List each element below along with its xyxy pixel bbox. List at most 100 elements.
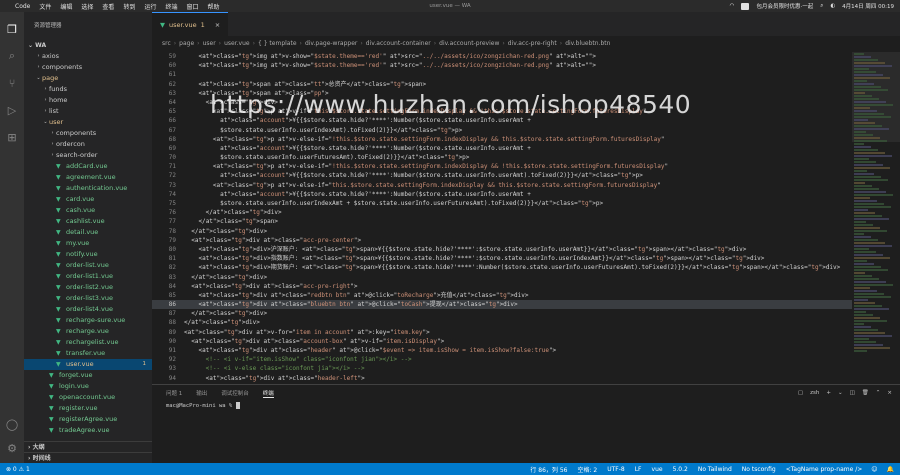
- minimap-line: [854, 98, 879, 100]
- chevron-down-icon[interactable]: ⌄: [838, 390, 843, 396]
- breadcrumb-item[interactable]: { } template: [258, 40, 297, 47]
- folder-item[interactable]: ›▼home: [24, 95, 152, 106]
- file-item[interactable]: ▼ order-list1.vue: [24, 271, 152, 282]
- status-item[interactable]: vue: [652, 466, 663, 473]
- status-item[interactable]: 行 86，列 56: [530, 465, 567, 474]
- menu-item-selection[interactable]: 选择: [81, 2, 93, 11]
- search-icon[interactable]: ⌕: [5, 49, 19, 63]
- breadcrumb-item[interactable]: page: [179, 40, 194, 47]
- file-item[interactable]: ▼ cashlist.vue: [24, 216, 152, 227]
- breadcrumb-item[interactable]: user.vue: [224, 40, 250, 47]
- bell-icon[interactable]: 🔔: [887, 466, 894, 473]
- close-icon[interactable]: ×: [215, 13, 220, 37]
- file-item[interactable]: ▼ recharge-sure.vue: [24, 315, 152, 326]
- timeline-section[interactable]: › 时间线: [24, 452, 152, 463]
- folder-item[interactable]: ⌄▼user: [24, 117, 152, 128]
- menu-item-code[interactable]: Code: [15, 3, 30, 10]
- folder-item[interactable]: ›▼funds: [24, 84, 152, 95]
- status-item[interactable]: 5.0.2: [673, 466, 688, 473]
- file-item[interactable]: ▼ transfer.vue: [24, 348, 152, 359]
- run-debug-icon[interactable]: ▷: [5, 103, 19, 117]
- menu-item-run[interactable]: 运行: [144, 2, 156, 11]
- folder-item[interactable]: ⌄▼page: [24, 73, 152, 84]
- breadcrumb-item[interactable]: div.page-wrapper: [305, 40, 357, 47]
- breadcrumb-item[interactable]: div.bluebtn.btn: [565, 40, 610, 47]
- folder-item[interactable]: ›▼components: [24, 62, 152, 73]
- file-item[interactable]: ▼ authentication.vue: [24, 183, 152, 194]
- file-item[interactable]: ▼ registerAgree.vue: [24, 414, 152, 425]
- file-item[interactable]: ▼ register.vue: [24, 403, 152, 414]
- status-item[interactable]: <TagName prop-name />: [786, 466, 863, 473]
- breadcrumb-item[interactable]: src: [162, 40, 171, 47]
- folder-item[interactable]: ›▼search-order: [24, 150, 152, 161]
- feedback-icon[interactable]: ☺: [871, 466, 877, 473]
- tab-debug-console[interactable]: 调试控制台: [221, 389, 249, 397]
- minimap[interactable]: [852, 52, 900, 384]
- status-item[interactable]: No tsconfig: [742, 466, 776, 473]
- menu-item-help[interactable]: 帮助: [208, 2, 220, 11]
- breadcrumb-item[interactable]: div.account-preview: [439, 40, 499, 47]
- control-center-icon[interactable]: ◐: [830, 3, 835, 9]
- breadcrumb-item[interactable]: div.account-container: [366, 40, 431, 47]
- menu-item-go[interactable]: 转到: [123, 2, 135, 11]
- file-item[interactable]: ▼ cash.vue: [24, 205, 152, 216]
- file-item[interactable]: ▼ openaccount.vue: [24, 392, 152, 403]
- tab-terminal[interactable]: 终端: [262, 389, 274, 398]
- file-item[interactable]: ▼ my.vue: [24, 238, 152, 249]
- menu-item-window[interactable]: 窗口: [186, 2, 198, 11]
- code-editor[interactable]: 59 <at">class="tg">img at">v-show="$stat…: [152, 52, 852, 384]
- trash-icon[interactable]: 🗑: [862, 390, 869, 396]
- file-item[interactable]: ▼ order-list3.vue: [24, 293, 152, 304]
- file-item[interactable]: ▼ notify.vue: [24, 249, 152, 260]
- account-icon[interactable]: ◯: [5, 417, 19, 431]
- menu-item-terminal[interactable]: 终端: [165, 2, 177, 11]
- file-item[interactable]: ▼ rechargelist.vue: [24, 337, 152, 348]
- folder-item[interactable]: ›▼ordercon: [24, 139, 152, 150]
- folder-item[interactable]: ›▼components: [24, 128, 152, 139]
- menu-item-view[interactable]: 查看: [102, 2, 114, 11]
- file-item[interactable]: ▼ recharge.vue: [24, 326, 152, 337]
- shell-label[interactable]: zsh: [810, 390, 819, 396]
- tab-output[interactable]: 输出: [196, 389, 207, 397]
- explorer-icon[interactable]: ❐: [5, 22, 19, 36]
- folder-item[interactable]: ›▼axios: [24, 51, 152, 62]
- terminal[interactable]: mac@MacPro-mini wa %: [152, 401, 900, 411]
- file-item[interactable]: ▼ forget.vue: [24, 370, 152, 381]
- file-item[interactable]: ▼ order-list.vue: [24, 260, 152, 271]
- file-item[interactable]: ▼ agreement.vue: [24, 172, 152, 183]
- source-control-icon[interactable]: ⑂: [5, 76, 19, 90]
- breadcrumb-item[interactable]: div.acc-pre-right: [508, 40, 557, 47]
- file-item[interactable]: ▼ login.vue: [24, 381, 152, 392]
- file-item[interactable]: ▼ card.vue: [24, 194, 152, 205]
- wifi-icon[interactable]: ◠: [730, 3, 735, 9]
- status-item[interactable]: 空格: 2: [577, 465, 597, 474]
- status-item[interactable]: No Tailwind: [698, 466, 732, 473]
- tab-problems[interactable]: 问题 1: [166, 389, 182, 397]
- extensions-icon[interactable]: ⊞: [5, 130, 19, 144]
- outline-section[interactable]: › 大纲: [24, 441, 152, 452]
- status-item[interactable]: UTF-8: [607, 466, 625, 473]
- close-icon[interactable]: ×: [887, 390, 892, 396]
- tab-user-vue[interactable]: ▼ user.vue 1 ×: [152, 12, 229, 37]
- split-terminal-icon[interactable]: ◫: [850, 390, 855, 396]
- file-item[interactable]: ▼ order-list2.vue: [24, 282, 152, 293]
- battery-icon[interactable]: [741, 2, 750, 10]
- file-item[interactable]: ▼ order-list4.vue: [24, 304, 152, 315]
- workspace-root[interactable]: ⌄ WA: [24, 40, 152, 51]
- breadcrumb-item[interactable]: user: [203, 40, 216, 47]
- menu-item-edit[interactable]: 编辑: [60, 2, 72, 11]
- folder-item[interactable]: ›▼list: [24, 106, 152, 117]
- problems-status[interactable]: ⊗ 0 ⚠ 1: [6, 466, 30, 473]
- file-item[interactable]: ▼ detail.vue: [24, 227, 152, 238]
- file-item[interactable]: ▼ addCard.vue: [24, 161, 152, 172]
- file-item[interactable]: ▼ user.vue 1: [24, 359, 152, 370]
- status-item[interactable]: LF: [635, 466, 642, 473]
- gear-icon[interactable]: ⚙: [5, 441, 19, 455]
- file-item[interactable]: ▼ tradeAgree.vue: [24, 425, 152, 436]
- search-icon[interactable]: ⌕: [820, 3, 823, 10]
- menu-promo[interactable]: 包月会员限时优惠·一起: [756, 2, 813, 10]
- menu-item-file[interactable]: 文件: [39, 2, 51, 11]
- add-terminal-icon[interactable]: +: [826, 390, 831, 396]
- clock[interactable]: 4月14日 周四 00:19: [842, 2, 894, 10]
- maximize-icon[interactable]: ⌃: [876, 390, 881, 396]
